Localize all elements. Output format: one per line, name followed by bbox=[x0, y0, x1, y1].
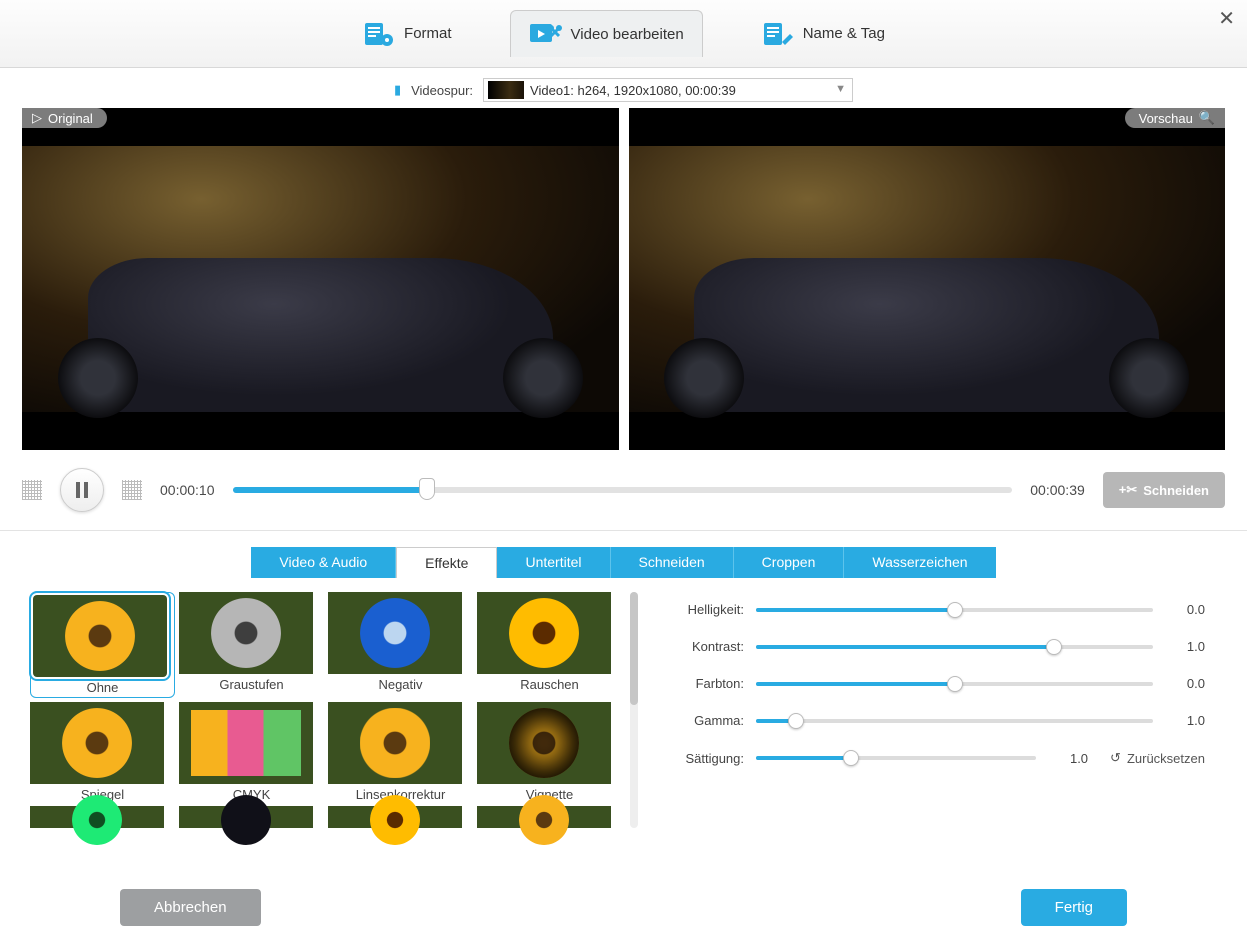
param-slider-hue[interactable] bbox=[756, 682, 1153, 686]
effect-item-noise[interactable]: Rauschen bbox=[477, 592, 622, 698]
done-button[interactable]: Fertig bbox=[1021, 889, 1127, 926]
param-row-contrast: Kontrast: 1.0 bbox=[658, 639, 1205, 654]
param-thumb[interactable] bbox=[788, 713, 804, 729]
tab-video-edit-label: Video bearbeiten bbox=[571, 26, 684, 43]
effect-label: Ohne bbox=[33, 677, 172, 695]
grid-handle-right[interactable] bbox=[122, 480, 142, 500]
param-slider-saturation[interactable] bbox=[756, 756, 1036, 760]
timeline-slider[interactable] bbox=[233, 487, 1013, 493]
param-thumb[interactable] bbox=[843, 750, 859, 766]
tab-format-label: Format bbox=[404, 25, 452, 42]
magnifier-icon[interactable]: 🔍 bbox=[1199, 110, 1215, 126]
play-small-icon: ▷ bbox=[32, 110, 42, 126]
effects-scrollbar[interactable] bbox=[630, 592, 638, 828]
param-value: 1.0 bbox=[1048, 751, 1088, 766]
effects-grid: Ohne GraustufenNegativRauschen SpiegelCMYK… bbox=[30, 592, 622, 828]
original-badge: ▷ Original bbox=[22, 108, 107, 128]
param-value: 1.0 bbox=[1165, 713, 1205, 728]
param-slider-brightness[interactable] bbox=[756, 608, 1153, 612]
plus-scissors-icon: +✂ bbox=[1119, 482, 1137, 498]
effect-item-partial[interactable] bbox=[30, 806, 175, 828]
footer: Abbrechen Fertig bbox=[0, 872, 1247, 942]
param-label: Kontrast: bbox=[658, 639, 744, 654]
subtab-cut[interactable]: Schneiden bbox=[611, 547, 734, 578]
subtab-watermark[interactable]: Wasserzeichen bbox=[844, 547, 995, 578]
video-edit-icon bbox=[529, 19, 563, 49]
preview-area: ▷ Original Vorschau 🔍 bbox=[0, 108, 1247, 450]
params-column: Helligkeit: 0.0 Kontrast: 1.0 Farbton: 0.0 Gam… bbox=[658, 592, 1225, 828]
video-track-selected: Video1: h264, 1920x1080, 00:00:39 bbox=[530, 83, 736, 98]
param-slider-contrast[interactable] bbox=[756, 645, 1153, 649]
effect-item-lens[interactable]: Linsenkorrektur bbox=[328, 702, 473, 802]
chevron-down-icon: ▼ bbox=[835, 83, 846, 95]
subtab-subtitles[interactable]: Untertitel bbox=[497, 547, 610, 578]
param-row-brightness: Helligkeit: 0.0 bbox=[658, 602, 1205, 617]
video-track-select[interactable]: Video1: h264, 1920x1080, 00:00:39 ▼ bbox=[483, 78, 853, 102]
time-current: 00:00:10 bbox=[160, 482, 215, 498]
video-track-row: ▮ Videospur: Video1: h264, 1920x1080, 00… bbox=[0, 68, 1247, 108]
close-icon[interactable]: ✕ bbox=[1218, 6, 1235, 31]
param-slider-gamma[interactable] bbox=[756, 719, 1153, 723]
param-label: Gamma: bbox=[658, 713, 744, 728]
param-thumb[interactable] bbox=[1046, 639, 1062, 655]
param-value: 0.0 bbox=[1165, 602, 1205, 617]
preview-video-pane[interactable] bbox=[629, 108, 1226, 450]
top-tab-bar: Format Video bearbeiten Name & Tag ✕ bbox=[0, 0, 1247, 68]
original-video-pane[interactable] bbox=[22, 108, 619, 450]
timeline-row: 00:00:10 00:00:39 +✂ Schneiden bbox=[0, 450, 1247, 530]
tab-name-tag[interactable]: Name & Tag bbox=[743, 11, 903, 57]
reset-button[interactable]: ↺Zurücksetzen bbox=[1110, 750, 1205, 766]
timeline-handle[interactable] bbox=[419, 478, 435, 500]
effect-item-mirror[interactable]: Spiegel bbox=[30, 702, 175, 802]
param-label: Helligkeit: bbox=[658, 602, 744, 617]
effect-label: Graustufen bbox=[179, 674, 324, 692]
tab-video-edit[interactable]: Video bearbeiten bbox=[510, 10, 703, 57]
param-row-saturation: Sättigung: 1.0 ↺Zurücksetzen bbox=[658, 750, 1205, 766]
video-track-thumb bbox=[488, 81, 524, 99]
effect-item-partial[interactable] bbox=[328, 806, 473, 828]
subtab-crop[interactable]: Croppen bbox=[734, 547, 845, 578]
param-thumb[interactable] bbox=[947, 676, 963, 692]
cut-button[interactable]: +✂ Schneiden bbox=[1103, 472, 1225, 508]
param-thumb[interactable] bbox=[947, 602, 963, 618]
time-total: 00:00:39 bbox=[1030, 482, 1085, 498]
sub-tab-bar: Video & Audio Effekte Untertitel Schneid… bbox=[0, 547, 1247, 578]
effect-item-vign[interactable]: Vignette bbox=[477, 702, 622, 802]
tab-name-tag-label: Name & Tag bbox=[803, 25, 885, 42]
video-track-label: Videospur: bbox=[411, 83, 473, 98]
effect-item-none[interactable]: Ohne bbox=[30, 592, 175, 698]
effect-item-partial[interactable] bbox=[477, 806, 622, 828]
name-tag-icon bbox=[761, 19, 795, 49]
param-label: Sättigung: bbox=[658, 751, 744, 766]
param-value: 0.0 bbox=[1165, 676, 1205, 691]
subtab-effects[interactable]: Effekte bbox=[396, 547, 497, 578]
effect-item-cmyk[interactable]: CMYK bbox=[179, 702, 324, 802]
grid-handle-left[interactable] bbox=[22, 480, 42, 500]
preview-badge: Vorschau 🔍 bbox=[1125, 108, 1225, 128]
effect-item-partial[interactable] bbox=[179, 806, 324, 828]
pause-icon bbox=[75, 482, 89, 498]
reset-icon: ↺ bbox=[1110, 750, 1121, 766]
effect-label: Negativ bbox=[328, 674, 473, 692]
film-icon: ▮ bbox=[394, 82, 401, 98]
tab-format[interactable]: Format bbox=[344, 11, 470, 57]
format-icon bbox=[362, 19, 396, 49]
cancel-button[interactable]: Abbrechen bbox=[120, 889, 261, 926]
param-row-gamma: Gamma: 1.0 bbox=[658, 713, 1205, 728]
effect-item-gray[interactable]: Graustufen bbox=[179, 592, 324, 698]
subtab-video-audio[interactable]: Video & Audio bbox=[251, 547, 396, 578]
param-row-hue: Farbton: 0.0 bbox=[658, 676, 1205, 691]
effect-label: Rauschen bbox=[477, 674, 622, 692]
effects-scroll-thumb[interactable] bbox=[630, 592, 638, 705]
effect-item-neg[interactable]: Negativ bbox=[328, 592, 473, 698]
param-value: 1.0 bbox=[1165, 639, 1205, 654]
param-label: Farbton: bbox=[658, 676, 744, 691]
effects-panel: Ohne GraustufenNegativRauschen SpiegelCMYK… bbox=[0, 578, 1247, 828]
pause-button[interactable] bbox=[60, 468, 104, 512]
